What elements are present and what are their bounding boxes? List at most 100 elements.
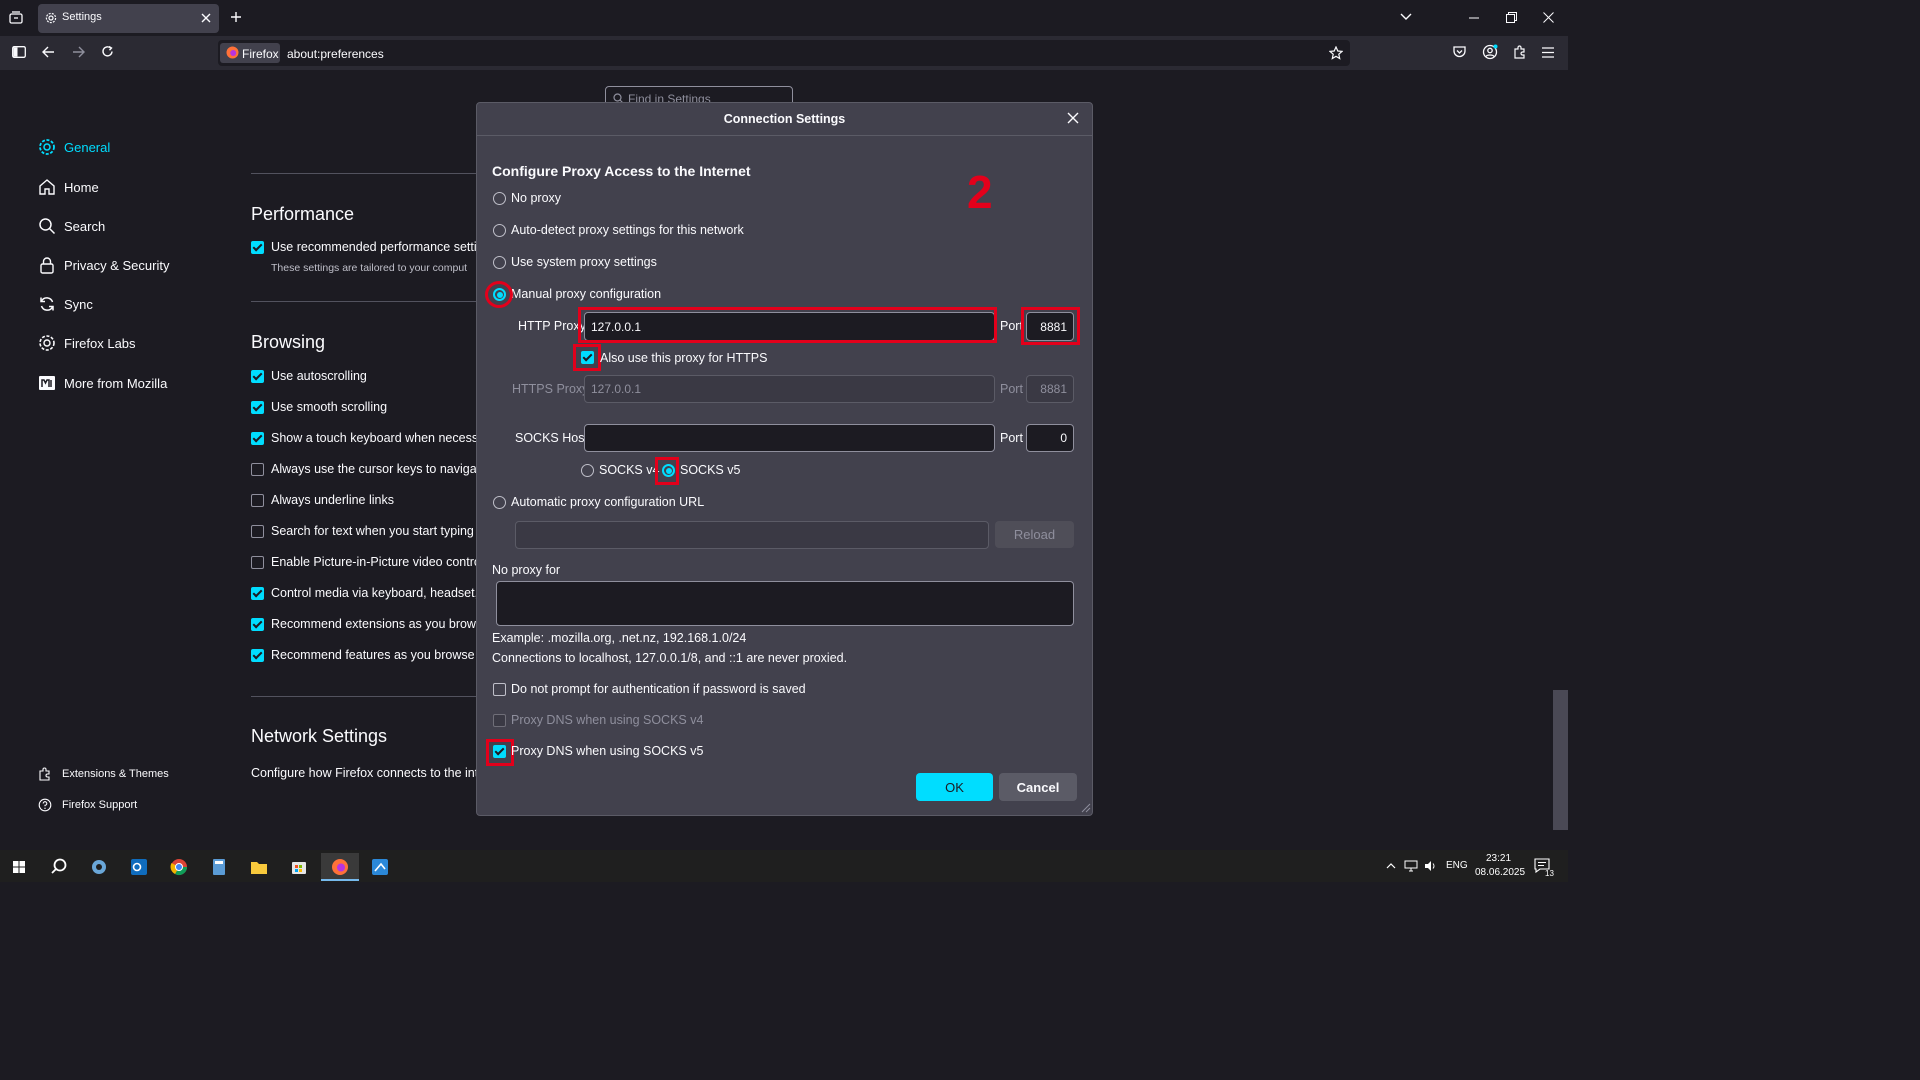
search-icon[interactable] — [40, 853, 78, 881]
page-scrollbar[interactable] — [1553, 690, 1568, 830]
checkbox[interactable] — [251, 586, 264, 600]
firefox-logo-icon — [226, 46, 239, 59]
address-bar[interactable]: Firefox about:preferences — [218, 40, 1350, 66]
sidebar-link-label: Extensions & Themes — [62, 768, 169, 780]
radio-auto-detect[interactable] — [493, 224, 506, 237]
store-icon[interactable] — [280, 853, 318, 881]
chevron-up-icon[interactable] — [1386, 862, 1396, 869]
account-icon[interactable] — [1482, 44, 1498, 60]
gear-icon — [38, 138, 56, 156]
checkbox[interactable] — [251, 524, 264, 538]
close-window-icon[interactable] — [1543, 12, 1554, 23]
close-tab-icon[interactable] — [201, 13, 211, 23]
checkbox-row[interactable]: Use autoscrolling — [251, 367, 367, 385]
windows-start-icon[interactable] — [0, 853, 38, 881]
close-icon[interactable] — [1067, 112, 1081, 126]
sidebar-item-label: General — [64, 139, 111, 155]
checkbox[interactable] — [251, 462, 264, 476]
checkbox-row[interactable]: Recommend features as you browse — [251, 646, 475, 664]
checkbox-row[interactable]: Search for text when you start typing — [251, 522, 474, 540]
radio-socks-v4[interactable] — [581, 464, 594, 477]
checkbox[interactable] — [251, 493, 264, 507]
checkbox[interactable] — [251, 240, 264, 254]
connection-settings-dialog: Connection Settings Configure Proxy Acce… — [476, 102, 1093, 816]
calculator-icon[interactable] — [200, 853, 238, 881]
tab-list-icon[interactable] — [9, 11, 23, 25]
checkbox[interactable] — [251, 617, 264, 631]
tab-settings[interactable]: Settings — [38, 4, 219, 33]
sidebar-item-search[interactable]: Search — [38, 215, 105, 237]
sidebar-item-privacy[interactable]: Privacy & Security — [38, 254, 169, 276]
checkbox-row[interactable]: Show a touch keyboard when necessa — [251, 429, 485, 447]
sidebar-item-general[interactable]: General — [38, 136, 110, 158]
sidebar-toggle-icon[interactable] — [12, 46, 26, 58]
divider — [251, 173, 481, 174]
file-explorer-icon[interactable] — [240, 853, 278, 881]
app-icon[interactable] — [80, 853, 118, 881]
sidebar-item-sync[interactable]: Sync — [38, 293, 93, 315]
restore-icon[interactable] — [1506, 12, 1517, 23]
no-prompt-auth-checkbox[interactable] — [493, 683, 506, 696]
checkbox[interactable] — [251, 400, 264, 414]
highlight-box — [573, 344, 601, 371]
forward-icon[interactable] — [72, 46, 85, 58]
clock-date[interactable]: 08.06.2025 — [1475, 867, 1525, 878]
checkbox[interactable] — [251, 648, 264, 662]
radio-auto-proxy-url[interactable] — [493, 496, 506, 509]
pac-url-input[interactable] — [515, 521, 989, 549]
checkbox-row[interactable]: Recommend extensions as you browse — [251, 615, 489, 633]
sync-icon — [38, 295, 56, 313]
radio-system-proxy[interactable] — [493, 256, 506, 269]
http-proxy-label: HTTP Proxy — [518, 319, 586, 333]
checkbox-row[interactable]: Enable Picture-in-Picture video contro — [251, 553, 481, 571]
proxy-dns-socks4-checkbox[interactable] — [493, 714, 506, 727]
sidebar-link-firefox-support[interactable]: Firefox Support — [38, 798, 137, 812]
url-text: about:preferences — [287, 47, 384, 61]
minimize-icon[interactable] — [1469, 17, 1479, 19]
checkbox[interactable] — [251, 431, 264, 445]
reload-icon[interactable] — [101, 45, 114, 58]
port-label: Port — [1000, 319, 1023, 333]
checkbox-row[interactable]: Use recommended performance settin — [251, 238, 484, 256]
clock-time[interactable]: 23:21 — [1486, 853, 1511, 864]
socks-port-input[interactable]: 0 — [1026, 424, 1074, 452]
volume-icon[interactable] — [1424, 860, 1438, 872]
https-port-input[interactable]: 8881 — [1026, 375, 1074, 403]
resize-grip-icon[interactable] — [1081, 803, 1091, 813]
new-tab-icon[interactable] — [230, 11, 242, 23]
cancel-button[interactable]: Cancel — [999, 773, 1077, 801]
radio-no-proxy[interactable] — [493, 192, 506, 205]
back-icon[interactable] — [42, 46, 55, 58]
language-indicator[interactable]: ENG — [1446, 860, 1468, 871]
checkbox-row[interactable]: Always underline links — [251, 491, 394, 509]
chevron-down-icon[interactable] — [1400, 13, 1412, 21]
ok-button[interactable]: OK — [916, 773, 993, 801]
lock-icon — [38, 256, 56, 274]
checkbox[interactable] — [251, 555, 264, 569]
bookmark-star-icon[interactable] — [1329, 46, 1343, 60]
pocket-icon[interactable] — [1453, 46, 1466, 58]
checkbox[interactable] — [251, 369, 264, 383]
firefox-taskbar-icon[interactable] — [321, 853, 359, 881]
https-proxy-input[interactable]: 127.0.0.1 — [584, 375, 995, 403]
no-proxy-for-textarea[interactable] — [496, 581, 1074, 626]
socks-host-label: SOCKS Host — [515, 431, 588, 445]
checkbox-row[interactable]: Use smooth scrolling — [251, 398, 387, 416]
chrome-icon[interactable] — [160, 853, 198, 881]
extensions-icon[interactable] — [1513, 45, 1527, 59]
remote-desktop-icon[interactable] — [361, 853, 399, 881]
checkbox-row[interactable]: Control media via keyboard, headset, c — [251, 584, 488, 602]
identity-label: Firefox — [242, 47, 279, 61]
reload-button[interactable]: Reload — [995, 521, 1074, 548]
sidebar-item-firefox-labs[interactable]: Firefox Labs — [38, 332, 136, 354]
radio-label: Auto-detect proxy settings for this netw… — [511, 223, 744, 237]
sidebar-link-extensions-themes[interactable]: Extensions & Themes — [38, 767, 169, 781]
sidebar-item-home[interactable]: Home — [38, 176, 99, 198]
menu-icon[interactable] — [1542, 47, 1554, 58]
sidebar-item-more-from-mozilla[interactable]: More from Mozilla — [38, 372, 167, 394]
outlook-icon[interactable] — [120, 853, 158, 881]
socks-host-input[interactable] — [584, 424, 995, 452]
network-icon[interactable] — [1404, 860, 1418, 872]
identity-box[interactable]: Firefox — [220, 43, 280, 63]
checkbox-row[interactable]: Always use the cursor keys to navigate — [251, 460, 487, 478]
